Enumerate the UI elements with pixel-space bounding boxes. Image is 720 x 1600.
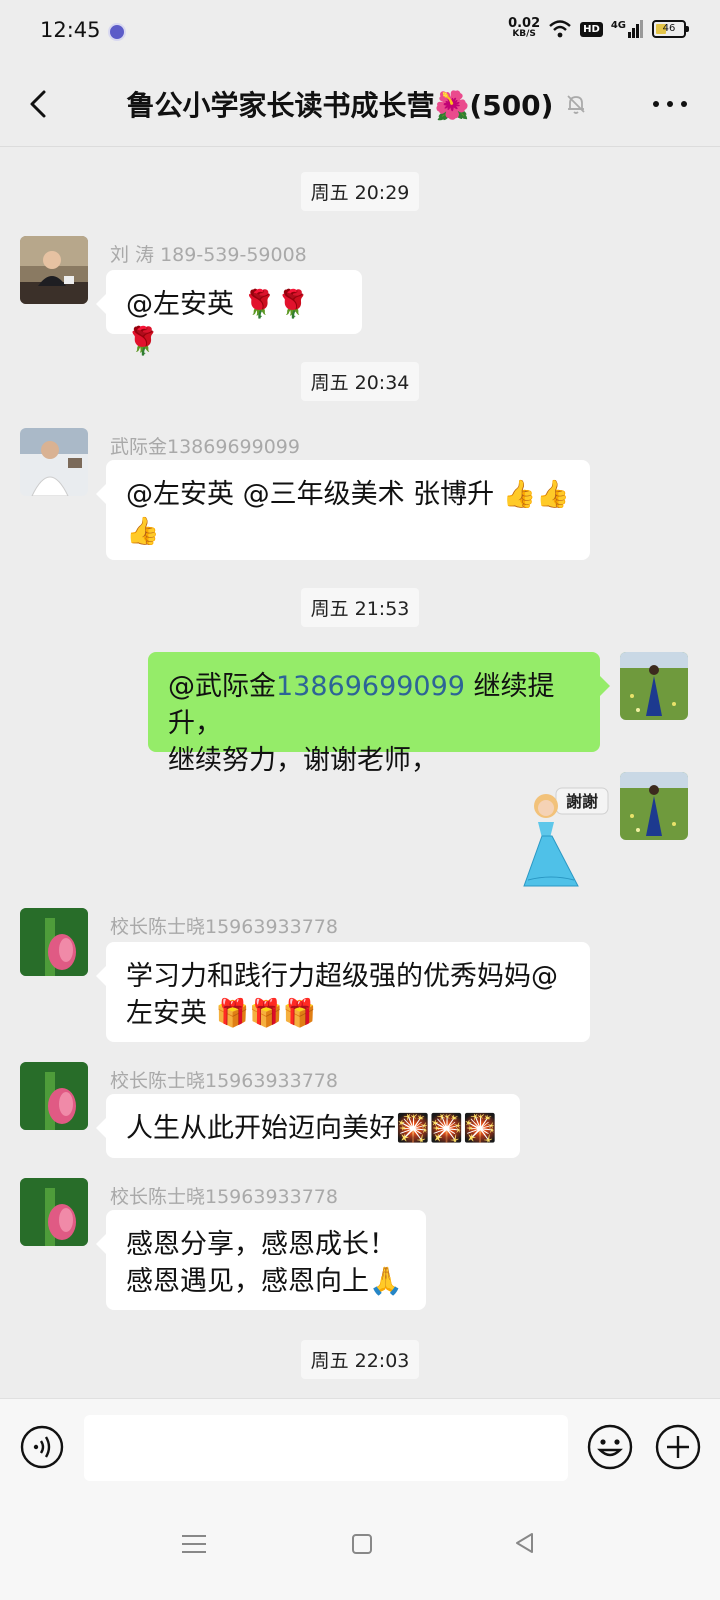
message-text-line: 继续努力，谢谢老师，: [168, 745, 438, 776]
message-text-line: 感恩分享，感恩成长！: [126, 1229, 396, 1260]
time-separator: 周五 22:03: [0, 1340, 720, 1379]
wifi-icon: [549, 20, 571, 38]
message-bubble[interactable]: 学习力和践行力超级强的优秀妈妈@ 左安英 🎁🎁🎁: [96, 942, 590, 1042]
message-text-line: 感恩遇见，感恩向上🙏: [126, 1266, 403, 1297]
status-time: 12:45: [40, 18, 101, 42]
hd-badge: HD: [580, 21, 603, 37]
sticker-text: 謝謝: [566, 792, 598, 811]
more-dots-icon[interactable]: [650, 92, 690, 116]
message-text: 人生从此开始迈向美好🎇🎇🎇: [126, 1113, 497, 1144]
message-text-line: @左安英 @三年级美术 张博升 👍👍: [126, 479, 570, 510]
avatar[interactable]: [20, 1178, 88, 1246]
time-separator: 周五 20:34: [0, 362, 720, 401]
message-text-line: @武际金13869699099 继续提升，: [168, 668, 580, 742]
status-bar: 12:45 0.02 KB/S HD 4G 46: [0, 0, 720, 62]
sender-name: 武际金13869699099: [110, 436, 300, 458]
time-label: 周五 20:34: [300, 362, 420, 401]
time-label: 周五 22:03: [300, 1340, 420, 1379]
signal-icon: [628, 20, 643, 38]
plus-icon[interactable]: [654, 1423, 702, 1471]
mute-bell-icon: [567, 95, 585, 114]
message-text: @左安英 🌹🌹🌹: [126, 289, 310, 357]
net-speed-value: 0.02: [508, 16, 541, 31]
time-label: 周五 21:53: [300, 588, 420, 627]
system-nav-bar: [0, 1498, 720, 1600]
message-bubble[interactable]: 人生从此开始迈向美好🎇🎇🎇: [96, 1094, 520, 1158]
net-speed-unit: KB/S: [512, 29, 536, 39]
own-avatar[interactable]: [620, 772, 688, 840]
message-bubble[interactable]: 感恩分享，感恩成长！ 感恩遇见，感恩向上🙏: [96, 1210, 426, 1310]
avatar-woman-field: [620, 652, 688, 720]
sender-name: 校长陈士晓15963933778: [110, 1186, 338, 1208]
input-bar: [0, 1398, 720, 1499]
voice-icon[interactable]: [20, 1425, 64, 1469]
message-input[interactable]: [84, 1415, 568, 1481]
avatar-man-desk: [20, 236, 88, 304]
net-speed: 0.02 KB/S: [508, 16, 541, 40]
message-text-line: 左安英 🎁🎁🎁: [126, 998, 317, 1029]
sender-name: 刘 涛 189-539-59008: [110, 244, 307, 266]
battery-icon: 46: [652, 20, 689, 38]
emoji-icon[interactable]: [586, 1423, 634, 1471]
status-indicators: 0.02 KB/S HD 4G 46: [508, 16, 689, 40]
princess-sticker[interactable]: 謝謝: [516, 782, 612, 892]
avatar-lotus: [20, 1178, 88, 1246]
avatar[interactable]: [20, 428, 88, 496]
battery-level: 46: [662, 23, 676, 34]
mention-prefix: @武际金: [168, 671, 276, 702]
avatar[interactable]: [20, 236, 88, 304]
own-avatar[interactable]: [620, 652, 688, 720]
message-bubble[interactable]: @左安英 @三年级美术 张博升 👍👍 👍: [96, 460, 590, 560]
avatar-man-white-shirt: [20, 428, 88, 496]
recent-apps-icon[interactable]: [180, 1532, 208, 1556]
avatar-lotus: [20, 908, 88, 976]
avatar-lotus: [20, 1062, 88, 1130]
phone-number-link[interactable]: 13869699099: [276, 671, 465, 702]
message-bubble[interactable]: @左安英 🌹🌹🌹: [96, 270, 362, 357]
chat-header: 鲁公小学家长读书成长营🌺(500): [0, 62, 720, 147]
back-arrow-icon[interactable]: [22, 86, 58, 122]
network-type: 4G: [611, 20, 644, 38]
chat-title: 鲁公小学家长读书成长营🌺(500): [126, 89, 554, 122]
message-text-line: 👍: [126, 516, 160, 547]
nav-back-icon[interactable]: [512, 1530, 538, 1556]
message-text-line: 学习力和践行力超级强的优秀妈妈@: [126, 961, 558, 992]
home-icon[interactable]: [350, 1532, 374, 1556]
sender-name: 校长陈士晓15963933778: [110, 916, 338, 938]
time-separator: 周五 20:29: [0, 172, 720, 211]
avatar[interactable]: [20, 1062, 88, 1130]
own-message-bubble[interactable]: @武际金13869699099 继续提升， 继续努力，谢谢老师，: [148, 652, 610, 776]
avatar-woman-field: [620, 772, 688, 840]
time-separator: 周五 21:53: [0, 588, 720, 627]
sender-name: 校长陈士晓15963933778: [110, 1070, 338, 1092]
notification-app-icon: [108, 23, 126, 41]
avatar[interactable]: [20, 908, 88, 976]
time-label: 周五 20:29: [300, 172, 420, 211]
